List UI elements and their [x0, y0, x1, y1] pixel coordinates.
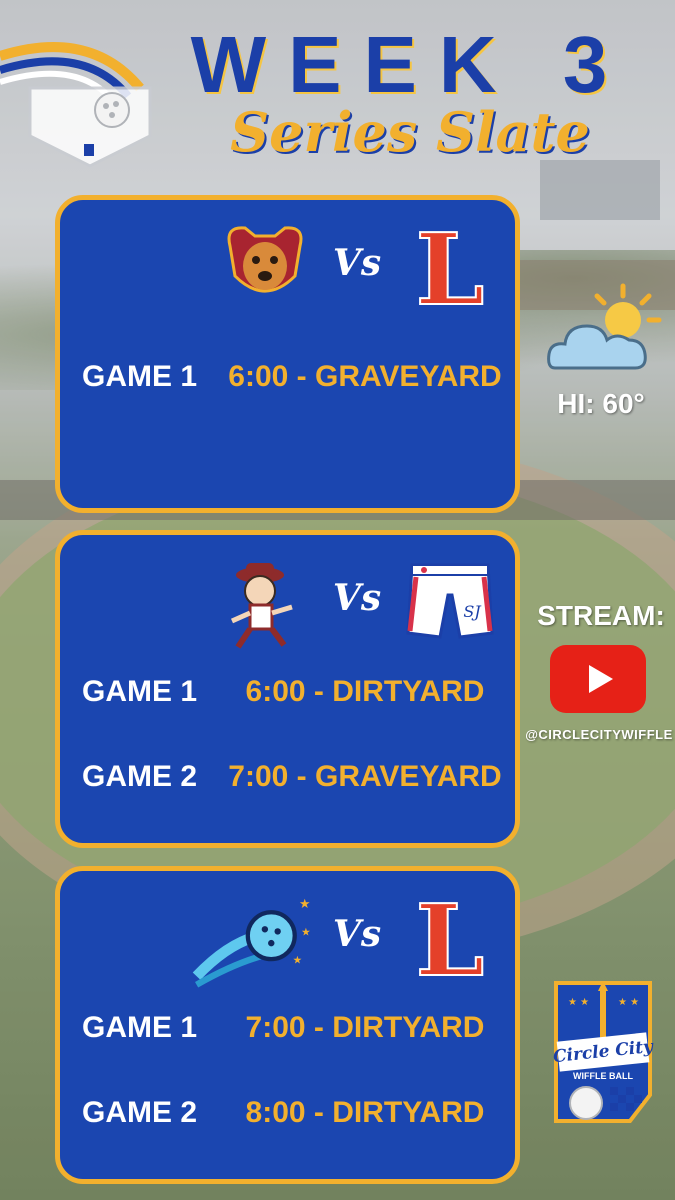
circle-city-wiffle-ball-logo: ★ ★ ★ ★ Circle City WIFFLE BALL [552, 981, 655, 1123]
home-plate-ball-logo-icon [0, 42, 152, 168]
game-label: GAME 1 [82, 1011, 198, 1044]
game-row: GAME 1 6:00 - DIRTYARD [60, 675, 515, 715]
game-time-field: 8:00 - DIRTYARD [245, 1096, 485, 1129]
running-player-mascot-icon [230, 563, 293, 649]
dog-mascot-icon [227, 226, 303, 293]
game-row: GAME 1 6:00 - GRAVEYARD [60, 360, 515, 400]
letter-l-logo-icon: L [415, 216, 486, 316]
game-row: GAME 2 7:00 - GRAVEYARD [60, 760, 515, 800]
game-time-field: 6:00 - GRAVEYARD [228, 360, 502, 393]
title-week: WEEK 3 [190, 20, 630, 109]
title-series-slate: Series Slate [230, 100, 590, 164]
svg-text:★ ★: ★ ★ [568, 997, 589, 1008]
youtube-icon[interactable] [550, 645, 646, 713]
game-label: GAME 2 [82, 1096, 198, 1129]
matchup-card-3: ★ ★ ★ Vs L GAME 1 7:00 - DIRTYARD GAME 2… [55, 866, 520, 1184]
stream-handle-link[interactable]: @CIRCLECITYWIFFLE [523, 727, 675, 742]
stream-label: STREAM: [537, 600, 665, 631]
comet-ball-logo-icon: ★ ★ ★ [192, 897, 310, 988]
game-time-field: 7:00 - GRAVEYARD [228, 760, 502, 793]
shorts-logo-icon: SJ [406, 563, 494, 639]
game-row: GAME 1 7:00 - DIRTYARD [60, 1011, 515, 1051]
team-b-letter: L [416, 216, 485, 316]
svg-text:★: ★ [293, 953, 303, 966]
game-row: GAME 2 8:00 - DIRTYARD [60, 1096, 515, 1136]
team-b-letter: L [416, 887, 485, 987]
game-label: GAME 1 [82, 675, 198, 708]
svg-text:SJ: SJ [463, 602, 482, 621]
league-logo-line2: WIFFLE BALL [573, 1071, 633, 1081]
matchup-card-1: Vs L GAME 1 6:00 - GRAVEYARD [55, 195, 520, 513]
game-time-field: 6:00 - DIRTYARD [245, 675, 485, 708]
vs-label: Vs [332, 913, 382, 955]
vs-label: Vs [332, 577, 382, 619]
vs-label: Vs [332, 242, 382, 284]
svg-text:★: ★ [301, 926, 310, 939]
game-label: GAME 2 [82, 760, 198, 793]
game-label: GAME 1 [82, 360, 198, 393]
weather-high: HI: 60° [557, 388, 645, 419]
svg-text:★: ★ [299, 897, 310, 912]
partly-cloudy-icon [547, 283, 662, 370]
game-time-field: 7:00 - DIRTYARD [245, 1011, 485, 1044]
matchup-card-2: Vs SJ GAME 1 6:00 - DIRTYARD GAME 2 7:00… [55, 530, 520, 848]
svg-text:★ ★: ★ ★ [618, 997, 639, 1008]
letter-l-logo-icon: L [415, 887, 486, 987]
